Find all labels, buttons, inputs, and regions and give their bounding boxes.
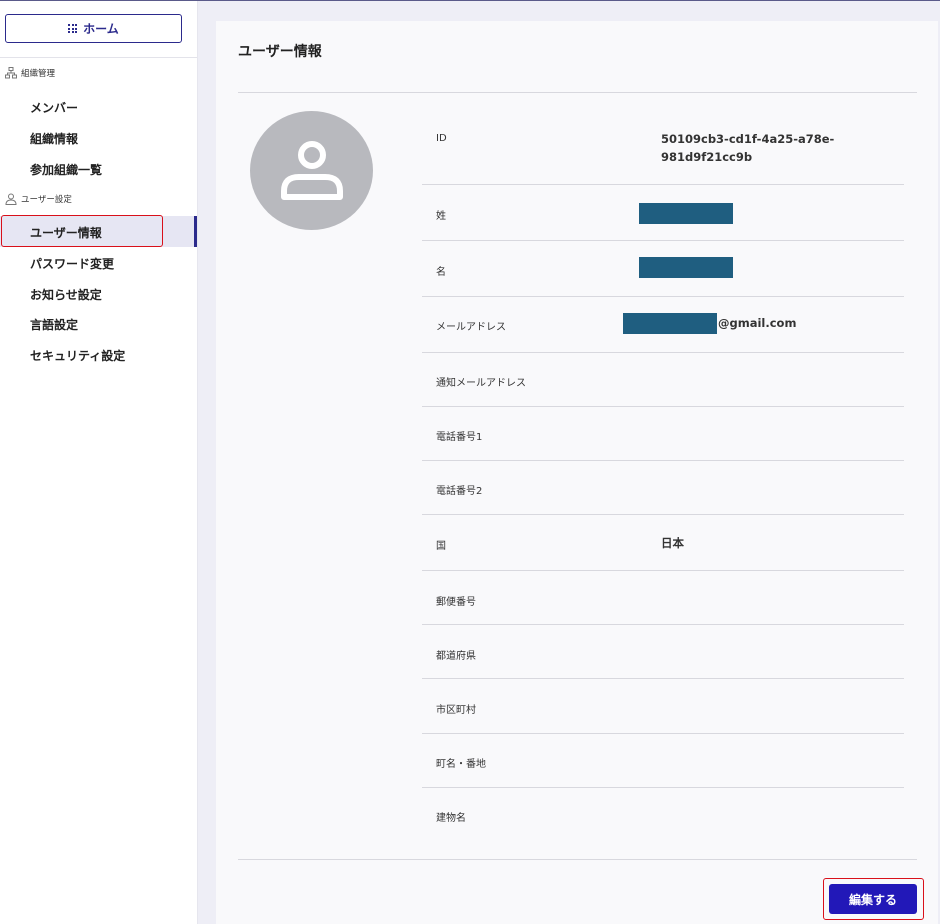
person-icon [280,140,343,200]
user-icon [5,193,17,205]
field-label: 姓 [436,211,446,222]
redacted-value [623,313,717,334]
field-label: 町名・番地 [436,759,486,770]
grid-icon [68,24,78,33]
field-label: 都道府県 [436,651,476,662]
sidebar-item-password-change[interactable]: パスワード変更 [30,255,114,272]
field-label: 郵便番号 [436,597,476,608]
field-row-country: 国 日本 [422,515,904,571]
field-value-id-line2: 981d9f21cc9b [661,150,753,164]
field-row-phone2: 電話番号2 [422,461,904,515]
field-row-last-name: 姓 [422,185,904,241]
section-heading-user-settings: ユーザー設定 [5,193,72,205]
field-label: 名 [436,267,446,278]
field-row-postal-code: 郵便番号 [422,571,904,625]
org-chart-icon [5,67,17,79]
field-value-country: 日本 [661,536,684,550]
field-row-city: 市区町村 [422,679,904,734]
field-row-building: 建物名 [422,788,904,844]
section-heading-organization: 組織管理 [5,67,55,79]
highlight-box-user-info [1,215,163,247]
field-row-street-address: 町名・番地 [422,734,904,788]
section-heading-label: 組織管理 [21,69,56,79]
field-label: 電話番号2 [436,486,483,497]
sidebar-divider [0,57,197,58]
field-value-email: @gmail.com [718,316,797,330]
title-divider [238,92,917,93]
sidebar-item-security-settings[interactable]: セキュリティ設定 [30,347,125,364]
field-row-notification-email: 通知メールアドレス [422,353,904,407]
active-item-indicator [194,216,197,247]
section-heading-label: ユーザー設定 [21,195,72,205]
sidebar-item-joined-organizations[interactable]: 参加組織一覧 [30,161,102,178]
field-row-email: メールアドレス @gmail.com [422,297,904,353]
field-label: 電話番号1 [436,432,483,443]
field-row-phone1: 電話番号1 [422,407,904,461]
field-label: 通知メールアドレス [436,378,526,389]
field-value-id-line1: 50109cb3-cd1f-4a25-a78e- [661,132,835,146]
field-label: ID [436,133,447,144]
redacted-value [639,203,733,224]
field-row-first-name: 名 [422,241,904,297]
footer-divider [238,859,917,860]
redacted-value [639,257,733,278]
sidebar-item-organization-info[interactable]: 組織情報 [30,130,78,147]
field-label: 国 [436,541,446,552]
home-button-label: ホーム [83,22,119,36]
highlight-box-edit [823,878,924,920]
sidebar-item-notification-settings[interactable]: お知らせ設定 [30,286,102,303]
home-button[interactable]: ホーム [5,14,182,43]
field-row-prefecture: 都道府県 [422,625,904,679]
field-label: 市区町村 [436,705,476,716]
avatar [250,111,373,230]
field-label: メールアドレス [436,322,506,333]
field-label: 建物名 [436,813,466,824]
field-row-id: ID 50109cb3-cd1f-4a25-a78e- 981d9f21cc9b [422,112,904,185]
sidebar-item-language-settings[interactable]: 言語設定 [30,316,78,333]
page-title: ユーザー情報 [238,44,322,60]
sidebar-item-members[interactable]: メンバー [30,99,78,116]
